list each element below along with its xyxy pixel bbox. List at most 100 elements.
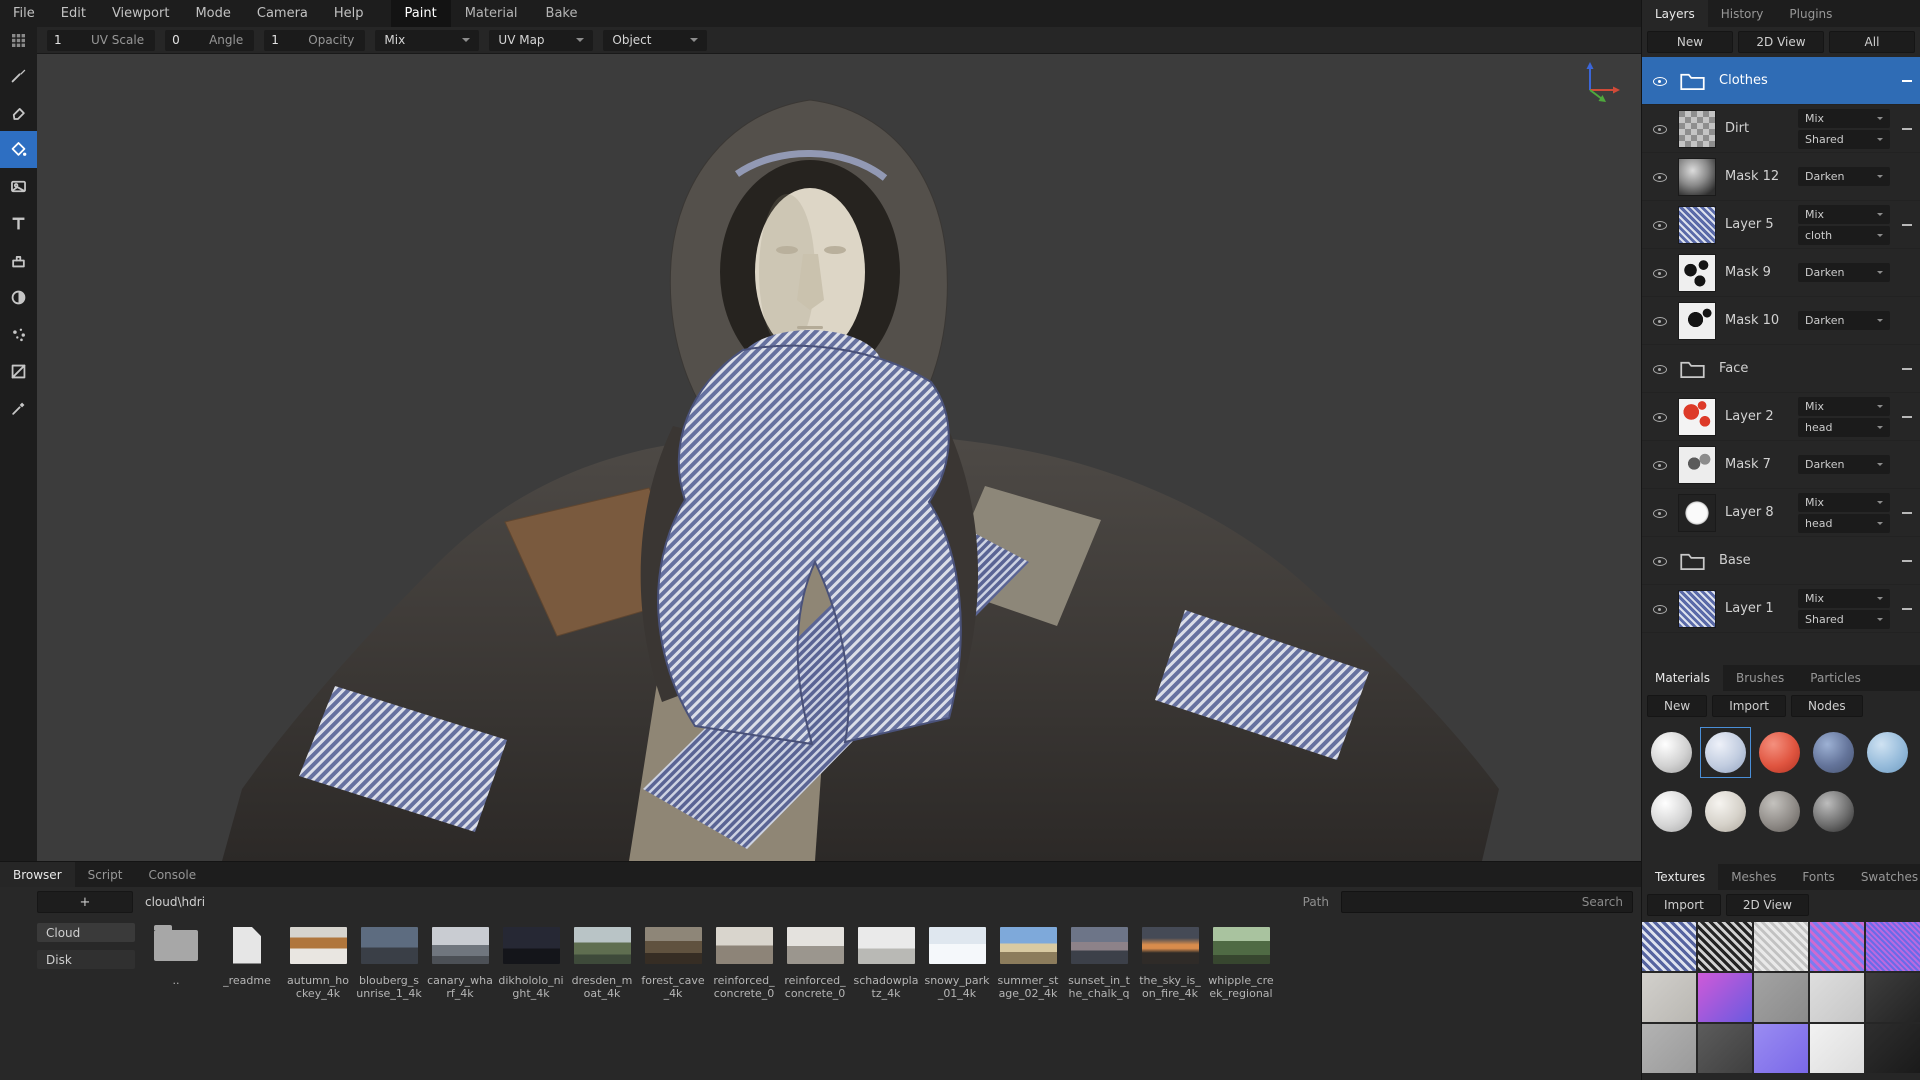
visibility-eye-icon[interactable] <box>1652 73 1668 89</box>
panel-button[interactable]: All <box>1829 31 1915 53</box>
panel-tab[interactable]: Console <box>135 862 209 887</box>
blend-mode-dropdown[interactable]: Mix <box>1798 397 1890 416</box>
layer-thumbnail[interactable] <box>1678 206 1716 244</box>
channel-dropdown[interactable]: Shared <box>1798 610 1890 629</box>
visibility-eye-icon[interactable] <box>1652 265 1668 281</box>
panel-tab[interactable]: Plugins <box>1776 0 1845 27</box>
blur-tool[interactable] <box>0 279 37 316</box>
particle-tool[interactable] <box>0 316 37 353</box>
collapse-button[interactable] <box>1899 416 1914 418</box>
file-item[interactable]: whipple_creek_regional_p.. <box>1208 923 1274 1001</box>
panel-tab[interactable]: Brushes <box>1723 665 1797 691</box>
material-sphere[interactable] <box>1705 791 1746 832</box>
layer-thumbnail[interactable] <box>1678 590 1716 628</box>
material-sphere[interactable] <box>1813 732 1854 773</box>
panel-button[interactable]: 2D View <box>1726 894 1809 916</box>
layer-thumbnail[interactable] <box>1678 494 1716 532</box>
clone-tool[interactable] <box>0 242 37 279</box>
layer-thumbnail[interactable] <box>1678 158 1716 196</box>
file-item[interactable]: dikhololo_night_4k <box>498 923 564 1000</box>
collapse-button[interactable] <box>1899 608 1914 610</box>
texture-thumbnail[interactable] <box>1754 922 1808 971</box>
material-sphere[interactable] <box>1867 732 1908 773</box>
text-tool[interactable] <box>0 205 37 242</box>
panel-button[interactable]: Nodes <box>1791 695 1863 717</box>
layer-thumbnail[interactable] <box>1678 398 1716 436</box>
layer-row[interactable]: Base <box>1642 537 1920 585</box>
layer-row[interactable]: Mask 12 Darken Darken <box>1642 153 1920 201</box>
panel-button[interactable]: New <box>1647 695 1707 717</box>
visibility-eye-icon[interactable] <box>1652 457 1668 473</box>
panel-tab[interactable]: Fonts <box>1789 864 1847 890</box>
blend-mode-dropdown[interactable]: Darken <box>1798 263 1890 282</box>
new-folder-button[interactable]: + <box>37 891 133 913</box>
visibility-eye-icon[interactable] <box>1652 601 1668 617</box>
texture-thumbnail[interactable] <box>1642 1024 1696 1073</box>
visibility-eye-icon[interactable] <box>1652 409 1668 425</box>
menu-item[interactable]: Help <box>321 0 377 27</box>
blend-mode-dropdown[interactable]: Darken <box>1798 311 1890 330</box>
panel-tab[interactable]: Swatches <box>1848 864 1920 890</box>
panel-tab[interactable]: Meshes <box>1718 864 1789 890</box>
texture-thumbnail[interactable] <box>1866 922 1920 971</box>
file-item[interactable]: summer_stage_02_4k <box>995 923 1061 1000</box>
menu-item[interactable]: File <box>0 0 48 27</box>
collapse-button[interactable] <box>1899 368 1914 370</box>
location-item[interactable]: Cloud <box>37 923 135 942</box>
panel-button[interactable]: Import <box>1712 695 1786 717</box>
layer-row[interactable]: Face <box>1642 345 1920 393</box>
texture-thumbnail[interactable] <box>1810 1024 1864 1073</box>
panel-button[interactable]: 2D View <box>1738 31 1824 53</box>
menu-item[interactable]: Edit <box>48 0 99 27</box>
file-item[interactable]: schadowplatz_4k <box>853 923 919 1000</box>
texture-thumbnail[interactable] <box>1754 973 1808 1022</box>
texture-thumbnail[interactable] <box>1642 922 1696 971</box>
material-sphere[interactable] <box>1813 791 1854 832</box>
menu-item[interactable]: Viewport <box>99 0 183 27</box>
visibility-eye-icon[interactable] <box>1652 169 1668 185</box>
panel-tab[interactable]: Textures <box>1642 864 1718 890</box>
visibility-eye-icon[interactable] <box>1652 217 1668 233</box>
number-field-value[interactable]: 1 <box>47 33 89 47</box>
file-item[interactable]: sunset_in_the_chalk_quar.. <box>1066 923 1132 1001</box>
layout-grid-icon[interactable] <box>0 27 37 54</box>
panel-button[interactable]: New <box>1647 31 1733 53</box>
toolbar-dropdown[interactable]: Object <box>603 30 707 51</box>
collapse-button[interactable] <box>1899 80 1914 82</box>
layer-thumbnail[interactable] <box>1678 254 1716 292</box>
texture-thumbnail[interactable] <box>1866 1024 1920 1073</box>
texture-thumbnail[interactable] <box>1810 973 1864 1022</box>
mode-tab[interactable]: Material <box>451 0 532 27</box>
file-item[interactable]: canary_wharf_4k <box>427 923 493 1000</box>
collapse-button[interactable] <box>1899 224 1914 226</box>
layer-row[interactable]: Layer 5 Mix cloth Mix <box>1642 201 1920 249</box>
visibility-eye-icon[interactable] <box>1652 313 1668 329</box>
collapse-button[interactable] <box>1899 560 1914 562</box>
material-sphere[interactable] <box>1651 732 1692 773</box>
file-item[interactable]: dresden_moat_4k <box>569 923 635 1000</box>
blend-mode-dropdown[interactable]: Darken <box>1798 167 1890 186</box>
panel-tab[interactable]: History <box>1708 0 1777 27</box>
material-sphere[interactable] <box>1651 791 1692 832</box>
number-field[interactable]: 1 UV Scale <box>47 30 155 51</box>
blend-mode-dropdown[interactable]: Mix <box>1798 493 1890 512</box>
layer-row[interactable]: Clothes <box>1642 57 1920 105</box>
panel-tab[interactable]: Script <box>75 862 136 887</box>
number-field-value[interactable]: 0 <box>165 33 207 47</box>
blend-mode-dropdown[interactable]: Mix <box>1798 205 1890 224</box>
panel-tab[interactable]: Browser <box>0 862 75 887</box>
visibility-eye-icon[interactable] <box>1652 505 1668 521</box>
visibility-eye-icon[interactable] <box>1652 121 1668 137</box>
fill-tool[interactable] <box>0 131 37 168</box>
layer-thumbnail[interactable] <box>1678 446 1716 484</box>
layer-row[interactable]: Mask 7 Darken Darken <box>1642 441 1920 489</box>
toolbar-dropdown[interactable]: UV Map <box>489 30 593 51</box>
layer-row[interactable]: Layer 8 Mix head Mix <box>1642 489 1920 537</box>
blend-mode-dropdown[interactable]: Mix <box>1798 589 1890 608</box>
number-field-value[interactable]: 1 <box>264 33 306 47</box>
file-item[interactable]: _readme <box>214 923 280 987</box>
channel-dropdown[interactable]: Shared <box>1798 130 1890 149</box>
viewport-canvas[interactable] <box>37 54 1641 861</box>
file-item[interactable]: reinforced_concrete_01_. <box>711 923 777 1001</box>
menu-item[interactable]: Camera <box>244 0 321 27</box>
